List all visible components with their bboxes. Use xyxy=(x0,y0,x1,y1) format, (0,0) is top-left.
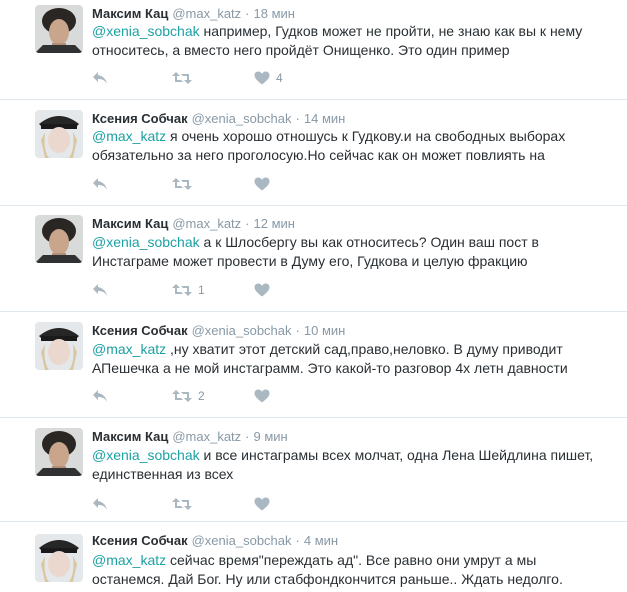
reply-icon xyxy=(93,498,107,510)
retweet-icon xyxy=(172,284,192,296)
retweet-icon xyxy=(172,178,192,190)
retweet-icon xyxy=(172,498,192,510)
reply-button[interactable] xyxy=(92,494,108,514)
separator-dot: · xyxy=(295,533,300,548)
retweet-icon xyxy=(172,390,192,402)
tweet-text: @max_katz я очень хорошо отношусь к Гудк… xyxy=(92,127,607,165)
like-count: 4 xyxy=(276,71,283,85)
author-name[interactable]: Ксения Собчак xyxy=(92,111,188,126)
retweet-button[interactable] xyxy=(172,494,198,514)
reply-button[interactable] xyxy=(92,68,108,88)
tweet[interactable]: Ксения Собчак @xenia_sobchak · 4 мин @max_k… xyxy=(0,522,627,592)
author-handle[interactable]: @xenia_sobchak xyxy=(192,323,292,338)
tweet-header: Максим Кац @max_katz · 9 мин xyxy=(92,428,288,446)
tweet-header: Максим Кац @max_katz · 18 мин xyxy=(92,5,295,23)
tweet-time[interactable]: 18 мин xyxy=(254,6,295,21)
tweet[interactable]: Максим Кац @max_katz · 12 мин @xenia_sobcha… xyxy=(0,206,627,312)
avatar[interactable] xyxy=(35,534,83,582)
author-name[interactable]: Ксения Собчак xyxy=(92,323,188,338)
retweet-button[interactable] xyxy=(172,174,198,194)
author-handle[interactable]: @max_katz xyxy=(172,216,241,231)
separator-dot: · xyxy=(295,323,300,338)
separator-dot: · xyxy=(295,111,300,126)
tweet[interactable]: Ксения Собчак @xenia_sobchak · 14 мин @max_… xyxy=(0,100,627,206)
tweet[interactable]: Максим Кац @max_katz · 18 мин @xenia_sobcha… xyxy=(0,0,627,100)
avatar[interactable] xyxy=(35,5,83,53)
tweet-header: Ксения Собчак @xenia_sobchak · 10 мин xyxy=(92,322,345,340)
heart-icon xyxy=(254,177,270,191)
reply-button[interactable] xyxy=(92,386,108,406)
conversation-timeline: Максим Кац @max_katz · 18 мин @xenia_sobcha… xyxy=(0,0,627,592)
tweet-text: @max_katz ,ну хватит этот детский сад,пр… xyxy=(92,340,607,378)
heart-icon xyxy=(254,389,270,403)
retweet-count: 1 xyxy=(198,283,205,297)
like-button[interactable] xyxy=(254,494,276,514)
author-name[interactable]: Максим Кац xyxy=(92,6,168,21)
retweet-button[interactable]: 2 xyxy=(172,386,205,406)
author-name[interactable]: Ксения Собчак xyxy=(92,533,188,548)
author-handle[interactable]: @max_katz xyxy=(172,6,241,21)
like-button[interactable] xyxy=(254,174,276,194)
tweet-text: @xenia_sobchak а к Шлосбергу вы как отно… xyxy=(92,233,607,271)
avatar[interactable] xyxy=(35,428,83,476)
tweet-time[interactable]: 14 мин xyxy=(304,111,345,126)
heart-icon xyxy=(254,283,270,297)
heart-icon xyxy=(254,71,270,85)
tweet-header: Ксения Собчак @xenia_sobchak · 14 мин xyxy=(92,110,345,128)
mention-link[interactable]: @max_katz xyxy=(92,128,166,144)
avatar[interactable] xyxy=(35,215,83,263)
tweet-time[interactable]: 4 мин xyxy=(304,533,338,548)
tweet-time[interactable]: 9 мин xyxy=(254,429,288,444)
retweet-button[interactable] xyxy=(172,68,198,88)
reply-button[interactable] xyxy=(92,174,108,194)
like-button[interactable] xyxy=(254,386,276,406)
author-name[interactable]: Максим Кац xyxy=(92,429,168,444)
tweet[interactable]: Максим Кац @max_katz · 9 мин @xenia_sobchak… xyxy=(0,418,627,522)
tweet-time[interactable]: 10 мин xyxy=(304,323,345,338)
reply-icon xyxy=(93,178,107,190)
heart-icon xyxy=(254,497,270,511)
tweet[interactable]: Ксения Собчак @xenia_sobchak · 10 мин @max_… xyxy=(0,312,627,418)
author-handle[interactable]: @max_katz xyxy=(172,429,241,444)
separator-dot: · xyxy=(245,6,250,21)
author-handle[interactable]: @xenia_sobchak xyxy=(192,533,292,548)
avatar[interactable] xyxy=(35,110,83,158)
tweet-text: @max_katz сейчас время"переждать ад". Вс… xyxy=(92,551,607,589)
retweet-icon xyxy=(172,72,192,84)
tweet-time[interactable]: 12 мин xyxy=(254,216,295,231)
mention-link[interactable]: @max_katz xyxy=(92,341,166,357)
like-button[interactable] xyxy=(254,280,276,300)
mention-link[interactable]: @max_katz xyxy=(92,552,166,568)
separator-dot: · xyxy=(245,429,250,444)
retweet-button[interactable]: 1 xyxy=(172,280,205,300)
avatar[interactable] xyxy=(35,322,83,370)
separator-dot: · xyxy=(245,216,250,231)
tweet-text: @xenia_sobchak и все инстаграмы всех мол… xyxy=(92,446,607,484)
reply-icon xyxy=(93,390,107,402)
mention-link[interactable]: @xenia_sobchak xyxy=(92,23,200,39)
like-button[interactable]: 4 xyxy=(254,68,283,88)
reply-button[interactable] xyxy=(92,280,108,300)
mention-link[interactable]: @xenia_sobchak xyxy=(92,447,200,463)
tweet-header: Максим Кац @max_katz · 12 мин xyxy=(92,215,295,233)
retweet-count: 2 xyxy=(198,389,205,403)
author-handle[interactable]: @xenia_sobchak xyxy=(192,111,292,126)
author-name[interactable]: Максим Кац xyxy=(92,216,168,231)
tweet-header: Ксения Собчак @xenia_sobchak · 4 мин xyxy=(92,532,338,550)
tweet-text: @xenia_sobchak например, Гудков может не… xyxy=(92,22,607,60)
mention-link[interactable]: @xenia_sobchak xyxy=(92,234,200,250)
reply-icon xyxy=(93,284,107,296)
reply-icon xyxy=(93,72,107,84)
